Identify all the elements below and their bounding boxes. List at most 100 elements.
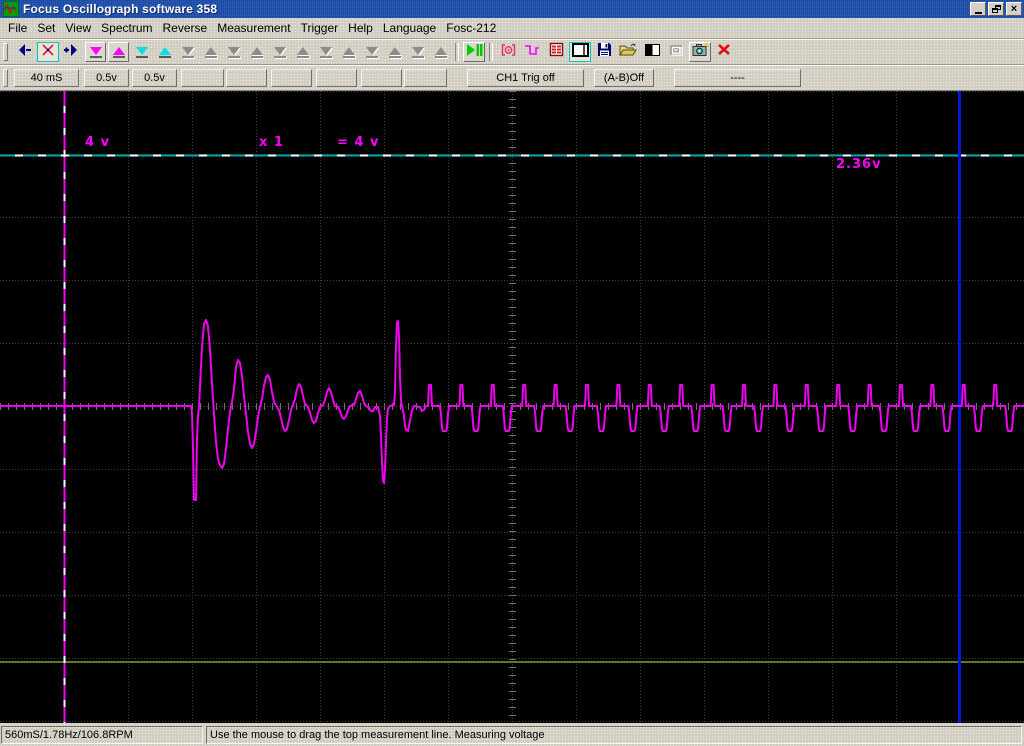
ch6-move-down-button [315,42,336,62]
readout-6[interactable] [316,69,357,87]
triangle-up-icon [388,46,401,55]
save-button[interactable] [593,42,615,62]
scroll-right-button[interactable] [61,42,83,62]
menu-item-help[interactable]: Help [343,19,378,37]
plus-right-arrow-icon [64,43,80,62]
triangle-down-icon [273,46,286,55]
ch2-move-up-button[interactable] [154,42,175,62]
readout-ch2-scale[interactable]: 0.5v [132,69,177,87]
ch7-move-down-button [361,42,382,62]
red-x-icon [717,43,731,61]
multiplier-label: x 1 [259,135,284,150]
close-icon: × [1010,2,1018,15]
run-pause-button[interactable] [463,42,485,62]
triangle-down-icon [89,46,102,55]
record-icon [501,43,516,62]
triangle-up-icon [434,46,447,55]
menu-item-reverse[interactable]: Reverse [158,19,213,37]
ch6-move-up-button [338,42,359,62]
menu-item-set[interactable]: Set [32,19,60,37]
play-pause-icon [466,43,483,62]
toolbar-separator [455,43,459,61]
app-icon [3,1,19,17]
triangle-up-icon [158,46,171,55]
scroll-left-button[interactable] [13,42,35,62]
readout-ab-mode[interactable]: (A-B)Off [594,69,654,87]
snapshot-button[interactable] [689,42,711,62]
readout-ch1-scale[interactable]: 0.5v [84,69,129,87]
ch1-move-up-button[interactable] [108,42,129,62]
triangle-up-icon [342,46,355,55]
result-label: = 4 v [337,135,380,150]
inactive-tool-button [665,42,687,62]
menu-bar: File Set View Spectrum Reverse Measurement Tri… [0,18,1024,39]
triangle-up-icon [112,46,125,55]
menu-item-view[interactable]: View [60,19,96,37]
triangle-up-icon [296,46,309,55]
ch5-move-down-button [269,42,290,62]
triangle-down-icon [181,46,194,55]
scope-display[interactable]: 4 v x 1 = 4 v 2.36v [0,91,1024,723]
scope-canvas [0,91,1024,723]
minimize-icon [974,11,982,14]
restore-button[interactable] [988,2,1004,16]
readout-5[interactable] [271,69,312,87]
triangle-down-icon [227,46,240,55]
square-wave-icon [524,43,540,62]
scope-frame-icon [571,42,589,62]
ch3-move-down-button [177,42,198,62]
data-table-button[interactable] [545,42,567,62]
toolbar-grip [3,69,8,87]
readout-timebase[interactable]: 40 mS [14,69,79,87]
ch5-move-up-button [292,42,313,62]
gray-square-icon [669,43,683,61]
main-toolbar [0,39,1024,65]
minimize-button[interactable] [970,2,986,16]
menu-item-fosc-212[interactable]: Fosc-212 [441,19,501,37]
invert-display-button[interactable] [641,42,663,62]
waveform-mode-button[interactable] [521,42,543,62]
open-button[interactable] [617,42,639,62]
measurement-value: 2.36v [836,157,882,172]
triangle-down-icon [365,46,378,55]
ch4-move-down-button [223,42,244,62]
exit-button[interactable] [713,42,735,62]
readout-8[interactable] [404,69,447,87]
ch3-move-up-button [200,42,221,62]
readout-4[interactable] [226,69,267,87]
toolbar-separator [489,43,493,61]
camera-icon [692,42,709,62]
window-title: Focus Oscillograph software 358 [23,2,218,16]
display-frame-button[interactable] [569,42,591,62]
ch8-move-up-button [430,42,451,62]
status-measurements: 560mS/1.78Hz/106.8RPM [1,726,203,744]
close-button[interactable]: × [1006,2,1022,16]
floppy-icon [597,42,612,62]
readout-7[interactable] [361,69,402,87]
triangle-up-icon [204,46,217,55]
status-bar: 560mS/1.78Hz/106.8RPM Use the mouse to d… [0,723,1024,746]
triangle-down-icon [411,46,424,55]
bw-rect-icon [644,43,660,61]
red-cross-icon [41,43,55,62]
cursor-tool-button[interactable] [37,42,59,62]
ch2-move-down-button[interactable] [131,42,152,62]
menu-item-measurement[interactable]: Measurement [212,19,295,37]
menu-item-trigger[interactable]: Trigger [296,19,344,37]
readout-misc[interactable]: ---- [674,69,801,87]
menu-item-language[interactable]: Language [378,19,441,37]
folder-open-icon [619,43,637,62]
ch1-move-down-button[interactable] [85,42,106,62]
readout-3[interactable] [181,69,224,87]
table-icon [549,42,564,62]
left-arrow-minus-icon [16,43,32,62]
readout-toolbar: 40 mS 0.5v 0.5v CH1 Trig off (A-B)Off ---- [0,65,1024,91]
readout-trigger[interactable]: CH1 Trig off [467,69,584,87]
ch4-move-up-button [246,42,267,62]
triangle-down-icon [135,46,148,55]
menu-item-spectrum[interactable]: Spectrum [96,19,157,37]
menu-item-file[interactable]: File [3,19,32,37]
triangle-down-icon [319,46,332,55]
restore-icon [991,5,1001,13]
record-button[interactable] [497,42,519,62]
